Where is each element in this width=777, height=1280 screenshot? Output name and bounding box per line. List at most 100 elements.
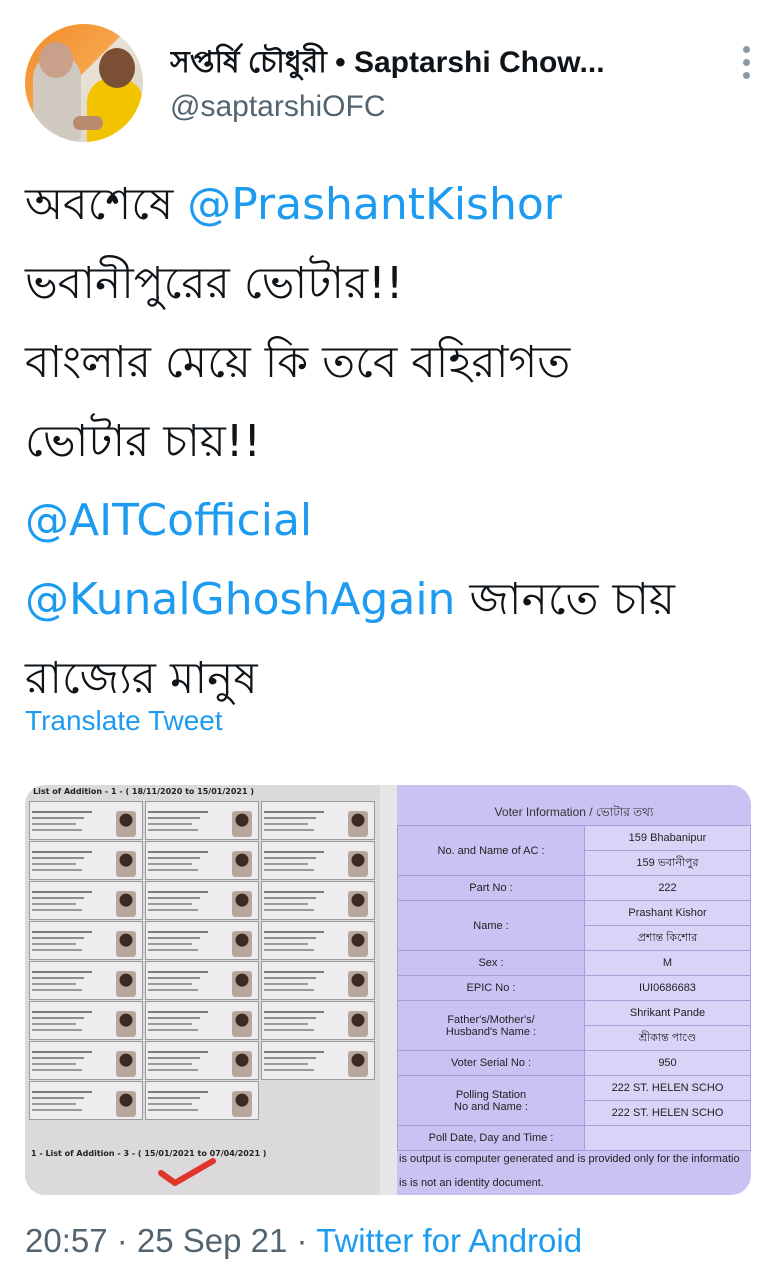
avatar-head-right (99, 48, 135, 88)
voter-photo (348, 811, 368, 837)
voter-card (29, 1081, 143, 1120)
tweet-line: @AITCofficial (25, 481, 755, 560)
serial-label: Voter Serial No : (397, 1050, 585, 1076)
voter-card (29, 1001, 143, 1040)
user-avatar[interactable] (25, 24, 143, 142)
voter-info-note: is output is computer generated and is p… (399, 1153, 740, 1165)
serial-value: 950 (584, 1050, 751, 1076)
part-label: Part No : (397, 875, 585, 901)
avatar-handshake (73, 116, 103, 130)
translate-tweet-link[interactable]: Translate Tweet (25, 705, 223, 737)
voter-card (261, 801, 375, 840)
voter-card (29, 1041, 143, 1080)
voter-card (29, 961, 143, 1000)
tweet-meta: 20:57 · 25 Sep 21 · Twitter for Android (25, 1222, 583, 1259)
tweet-text: অবশেষে @PrashantKishor ভবানীপুরের ভোটার!… (25, 165, 755, 718)
voter-card-row (29, 1001, 377, 1040)
voter-card-row (29, 841, 377, 880)
voter-card (145, 961, 259, 1000)
tweet-media: List of Addition - 1 - ( 18/11/2020 to 1… (25, 785, 751, 1195)
sex-label: Sex : (397, 950, 585, 976)
voter-card-row (29, 1081, 377, 1120)
voter-list-title: List of Addition - 1 - ( 18/11/2020 to 1… (33, 787, 254, 796)
voter-card-row (29, 961, 377, 1000)
voter-list-image[interactable]: List of Addition - 1 - ( 18/11/2020 to 1… (25, 785, 380, 1195)
name-label: Name : (397, 900, 585, 951)
tweet-line: ভবানীপুরের ভোটার!! (25, 258, 404, 309)
voter-photo (116, 1091, 136, 1117)
voter-card (145, 841, 259, 880)
voter-card (261, 881, 375, 920)
tweet-line: বাংলার মেয়ে কি তবে বহিরাগত (25, 337, 571, 388)
voter-card (29, 921, 143, 960)
voter-photo (348, 1051, 368, 1077)
voter-card (29, 881, 143, 920)
part-value: 222 (584, 875, 751, 901)
polling-station-label: Polling Station No and Name : (397, 1075, 585, 1126)
voter-card (145, 1081, 259, 1120)
name-value-en: Prashant Kishor (584, 900, 751, 926)
voter-photo (116, 1051, 136, 1077)
voter-photo (116, 1011, 136, 1037)
voter-card (29, 801, 143, 840)
voter-card (145, 1001, 259, 1040)
voter-card (261, 1001, 375, 1040)
epic-value: IUI0686683 (584, 975, 751, 1001)
sex-value: M (584, 950, 751, 976)
voter-photo (116, 891, 136, 917)
voter-card (261, 921, 375, 960)
voter-photo (348, 1011, 368, 1037)
voter-photo (232, 931, 252, 957)
name-value-bn: প্রশান্ত কিশোর (584, 925, 751, 951)
voter-photo (232, 891, 252, 917)
voter-card (145, 881, 259, 920)
voter-card-row (29, 1041, 377, 1080)
tweet-line: @KunalGhoshAgain জানতে চায় (25, 574, 675, 625)
voter-card-row (29, 881, 377, 920)
relative-value-en: Shrikant Pande (584, 1000, 751, 1026)
voter-card (29, 841, 143, 880)
voter-info-image[interactable]: Voter Information / ভোটার তথ্য No. and N… (397, 785, 751, 1195)
ac-value-bn: 159 ভবানীপুর (584, 850, 751, 876)
voter-list-footer: 1 - List of Addition - 3 - ( 15/01/2021 … (31, 1149, 267, 1158)
voter-card (145, 801, 259, 840)
voter-card-grid (29, 801, 377, 1121)
user-handle[interactable]: @saptarshiOFC (170, 90, 386, 124)
voter-photo (232, 811, 252, 837)
voter-card (261, 961, 375, 1000)
avatar-head-left (39, 42, 73, 78)
poll-date-value (584, 1125, 751, 1151)
polling-station-value-1: 222 ST. HELEN SCHO (584, 1075, 751, 1101)
voter-card-row (29, 801, 377, 840)
voter-photo (116, 931, 136, 957)
voter-photo (232, 1051, 252, 1077)
tweet-time: 20:57 (25, 1222, 108, 1259)
mention-kunalghoshagain[interactable]: @KunalGhoshAgain (25, 574, 455, 625)
display-name[interactable]: সপ্তর্ষি চৌধুরী • Saptarshi Chow... (170, 38, 710, 89)
voter-photo (348, 891, 368, 917)
voter-card-row (29, 921, 377, 960)
voter-info-header: Voter Information / ভোটার তথ্য (397, 799, 751, 826)
poll-date-label: Poll Date, Day and Time : (397, 1125, 585, 1151)
voter-photo (232, 1091, 252, 1117)
tweet-date: 25 Sep 21 (136, 1222, 288, 1259)
mention-prashantkishor[interactable]: @PrashantKishor (187, 179, 562, 230)
polling-station-value-2: 222 ST. HELEN SCHO (584, 1100, 751, 1126)
voter-photo (116, 971, 136, 997)
voter-photo (348, 971, 368, 997)
voter-card (261, 1041, 375, 1080)
ac-label: No. and Name of AC : (397, 825, 585, 876)
voter-photo (348, 851, 368, 877)
mention-aitcofficial[interactable]: @AITCofficial (25, 495, 312, 546)
voter-info-note: is is not an identity document. (399, 1177, 544, 1189)
tweet-line: অবশেষে @PrashantKishor (25, 179, 562, 230)
ac-value-en: 159 Bhabanipur (584, 825, 751, 851)
relative-value-bn: শ্রীকান্ত পাণ্ডে (584, 1025, 751, 1051)
tweet-source-link[interactable]: Twitter for Android (316, 1222, 582, 1259)
voter-card (261, 841, 375, 880)
epic-label: EPIC No : (397, 975, 585, 1001)
more-options-icon[interactable] (737, 46, 755, 86)
voter-photo (116, 811, 136, 837)
red-tick-icon (158, 1158, 216, 1186)
voter-photo (348, 931, 368, 957)
